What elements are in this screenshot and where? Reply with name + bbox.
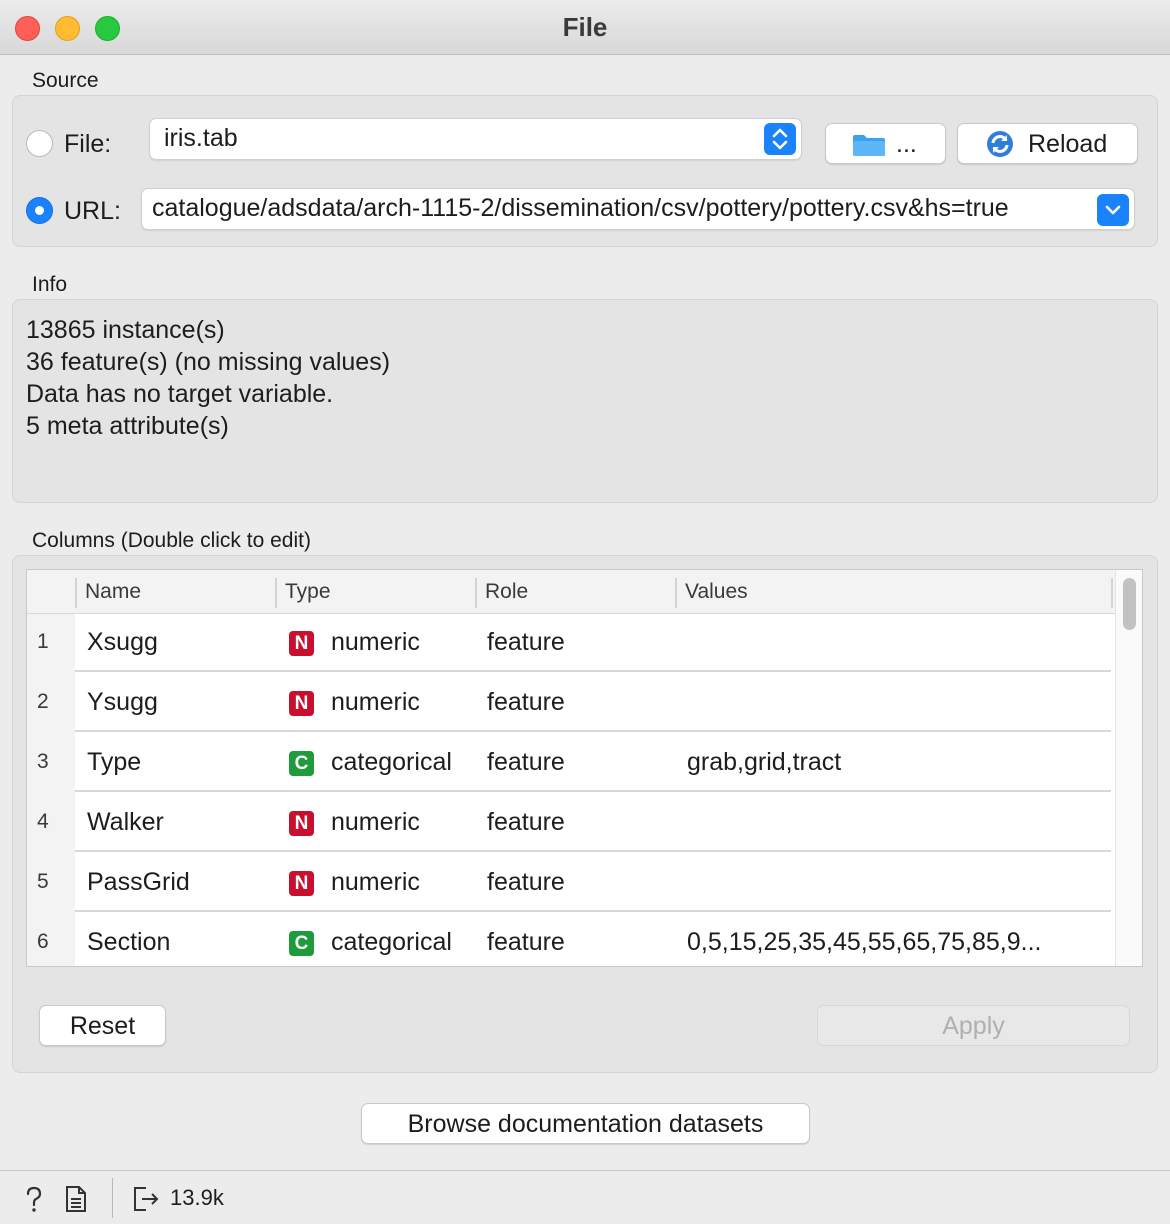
cell-name[interactable]: Walker bbox=[87, 808, 164, 837]
table-row[interactable]: PassGrid Nnumeric feature bbox=[75, 854, 1111, 912]
cell-type[interactable]: numeric bbox=[331, 868, 420, 897]
cell-type[interactable]: numeric bbox=[331, 808, 420, 837]
status-divider bbox=[112, 1178, 113, 1218]
browse-button-label: ... bbox=[896, 130, 917, 158]
cell-name[interactable]: Xsugg bbox=[87, 628, 158, 657]
folder-icon bbox=[852, 133, 886, 164]
url-combo[interactable]: catalogue/adsdata/arch-1115-2/disseminat… bbox=[141, 188, 1135, 230]
info-meta: 5 meta attribute(s) bbox=[26, 412, 229, 440]
cell-values[interactable]: 0,5,15,25,35,45,55,65,75,85,9... bbox=[687, 928, 1041, 957]
output-count: 13.9k bbox=[170, 1185, 224, 1210]
reset-button[interactable]: Reset bbox=[39, 1005, 166, 1046]
columns-table[interactable]: Name Type Role Values 1 Xsugg Nnumeric feat… bbox=[26, 569, 1143, 967]
window-title: File bbox=[562, 12, 608, 42]
cell-name[interactable]: Ysugg bbox=[87, 688, 158, 717]
info-text: 13865 instance(s) 36 feature(s) (no miss… bbox=[26, 314, 390, 442]
row-number: 1 bbox=[37, 630, 49, 653]
apply-button[interactable]: Apply bbox=[817, 1005, 1130, 1046]
cell-type[interactable]: numeric bbox=[331, 688, 420, 717]
header-values[interactable]: Values bbox=[675, 578, 1113, 608]
row-number: 6 bbox=[37, 930, 49, 953]
cell-role[interactable]: feature bbox=[487, 868, 565, 897]
row-number: 5 bbox=[37, 870, 49, 893]
table-scrollbar[interactable] bbox=[1115, 570, 1142, 966]
reload-button-label: Reload bbox=[1028, 130, 1108, 158]
url-radio-label: URL: bbox=[64, 197, 121, 225]
cell-role[interactable]: feature bbox=[487, 808, 565, 837]
report-document-icon[interactable] bbox=[64, 1185, 88, 1218]
file-radio[interactable] bbox=[26, 130, 53, 157]
scrollbar-thumb[interactable] bbox=[1123, 578, 1136, 630]
row-number: 3 bbox=[37, 750, 49, 773]
url-radio[interactable] bbox=[26, 197, 53, 224]
table-row[interactable]: Ysugg Nnumeric feature bbox=[75, 674, 1111, 732]
header-type[interactable]: Type bbox=[275, 578, 475, 608]
header-name[interactable]: Name bbox=[75, 578, 275, 608]
chevron-down-icon[interactable] bbox=[1097, 194, 1129, 226]
row-number-column bbox=[27, 614, 75, 966]
output-icon bbox=[132, 1185, 160, 1218]
cell-role[interactable]: feature bbox=[487, 748, 565, 777]
columns-section-label: Columns (Double click to edit) bbox=[32, 529, 311, 552]
cell-name[interactable]: Type bbox=[87, 748, 141, 777]
header-role[interactable]: Role bbox=[475, 578, 675, 608]
reload-button[interactable]: Reload bbox=[957, 123, 1138, 164]
info-target: Data has no target variable. bbox=[26, 380, 334, 408]
title-bar: File bbox=[0, 0, 1170, 55]
cell-values[interactable]: grab,grid,tract bbox=[687, 748, 841, 777]
browse-file-button[interactable]: ... bbox=[825, 123, 946, 164]
table-row[interactable]: Type Ccategorical feature grab,grid,tract bbox=[75, 734, 1111, 792]
cell-type[interactable]: categorical bbox=[331, 748, 452, 777]
numeric-type-icon: N bbox=[289, 691, 314, 716]
table-row[interactable]: Xsugg Nnumeric feature bbox=[75, 614, 1111, 672]
categorical-type-icon: C bbox=[289, 751, 314, 776]
cell-type[interactable]: numeric bbox=[331, 628, 420, 657]
file-radio-label: File: bbox=[64, 130, 112, 158]
browse-documentation-datasets-button[interactable]: Browse documentation datasets bbox=[361, 1103, 810, 1144]
cell-role[interactable]: feature bbox=[487, 928, 565, 957]
categorical-type-icon: C bbox=[289, 931, 314, 956]
info-instances: 13865 instance(s) bbox=[26, 316, 225, 344]
file-combo-value: iris.tab bbox=[164, 124, 238, 152]
row-number: 2 bbox=[37, 690, 49, 713]
help-icon[interactable] bbox=[22, 1185, 46, 1218]
numeric-type-icon: N bbox=[289, 631, 314, 656]
source-section-label: Source bbox=[32, 69, 99, 92]
status-bar: 13.9k bbox=[0, 1170, 1170, 1224]
cell-role[interactable]: feature bbox=[487, 688, 565, 717]
table-header: Name Type Role Values bbox=[27, 570, 1117, 614]
numeric-type-icon: N bbox=[289, 871, 314, 896]
table-row[interactable]: Section Ccategorical feature 0,5,15,25,35,4… bbox=[75, 914, 1111, 966]
cell-type[interactable]: categorical bbox=[331, 928, 452, 957]
file-combo[interactable]: iris.tab bbox=[149, 118, 802, 160]
info-features: 36 feature(s) (no missing values) bbox=[26, 348, 391, 376]
reload-icon bbox=[984, 128, 1016, 167]
updown-chevron-icon bbox=[764, 123, 796, 155]
table-row[interactable]: Walker Nnumeric feature bbox=[75, 794, 1111, 852]
cell-name[interactable]: PassGrid bbox=[87, 868, 190, 897]
row-number: 4 bbox=[37, 810, 49, 833]
cell-name[interactable]: Section bbox=[87, 928, 170, 957]
url-combo-value: catalogue/adsdata/arch-1115-2/disseminat… bbox=[152, 194, 1009, 222]
numeric-type-icon: N bbox=[289, 811, 314, 836]
info-section-label: Info bbox=[32, 273, 68, 296]
cell-role[interactable]: feature bbox=[487, 628, 565, 657]
